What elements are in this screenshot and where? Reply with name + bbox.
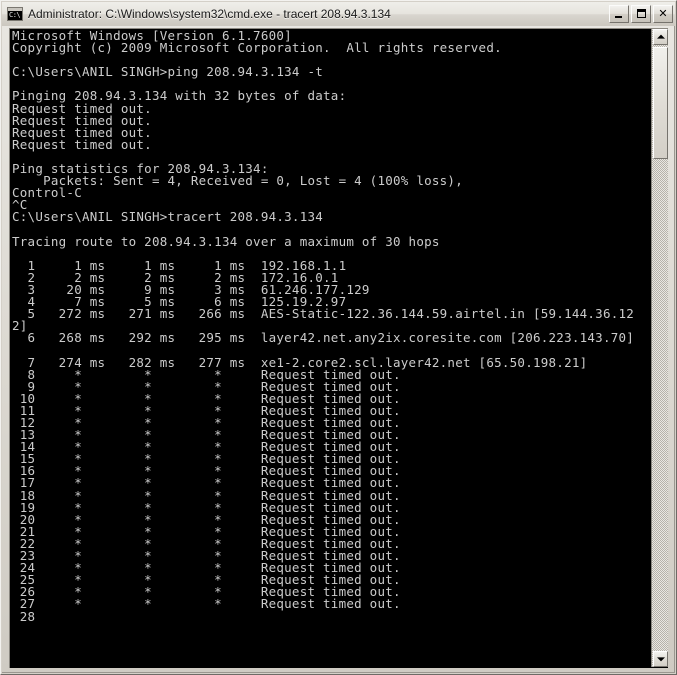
console-output: Microsoft Windows [Version 6.1.7600] Cop… [12,30,635,624]
vertical-scrollbar[interactable] [651,29,668,667]
maximize-icon [637,9,646,18]
window-title: Administrator: C:\Windows\system32\cmd.e… [28,7,391,21]
window-inner-frame: C:\ Administrator: C:\Windows\system32\c… [2,2,675,673]
scroll-up-button[interactable] [653,29,668,45]
close-icon: ✕ [658,7,668,20]
scroll-down-arrow-icon [656,657,665,662]
scroll-down-button[interactable] [653,651,668,667]
close-button[interactable]: ✕ [653,5,673,23]
minimize-icon [615,16,622,18]
scroll-thumb[interactable] [653,47,668,159]
scroll-up-arrow-icon [656,34,665,39]
cmd-icon: C:\ [7,7,23,21]
minimize-button[interactable] [609,5,629,23]
title-bar[interactable]: C:\ Administrator: C:\Windows\system32\c… [2,2,675,26]
cmd-icon-glyph: C:\ [9,11,21,19]
console-client-area[interactable]: Microsoft Windows [Version 6.1.7600] Cop… [9,28,668,668]
console-viewport[interactable]: Microsoft Windows [Version 6.1.7600] Cop… [12,30,649,667]
maximize-button[interactable] [631,5,651,23]
cmd-window: C:\ Administrator: C:\Windows\system32\c… [0,0,677,675]
